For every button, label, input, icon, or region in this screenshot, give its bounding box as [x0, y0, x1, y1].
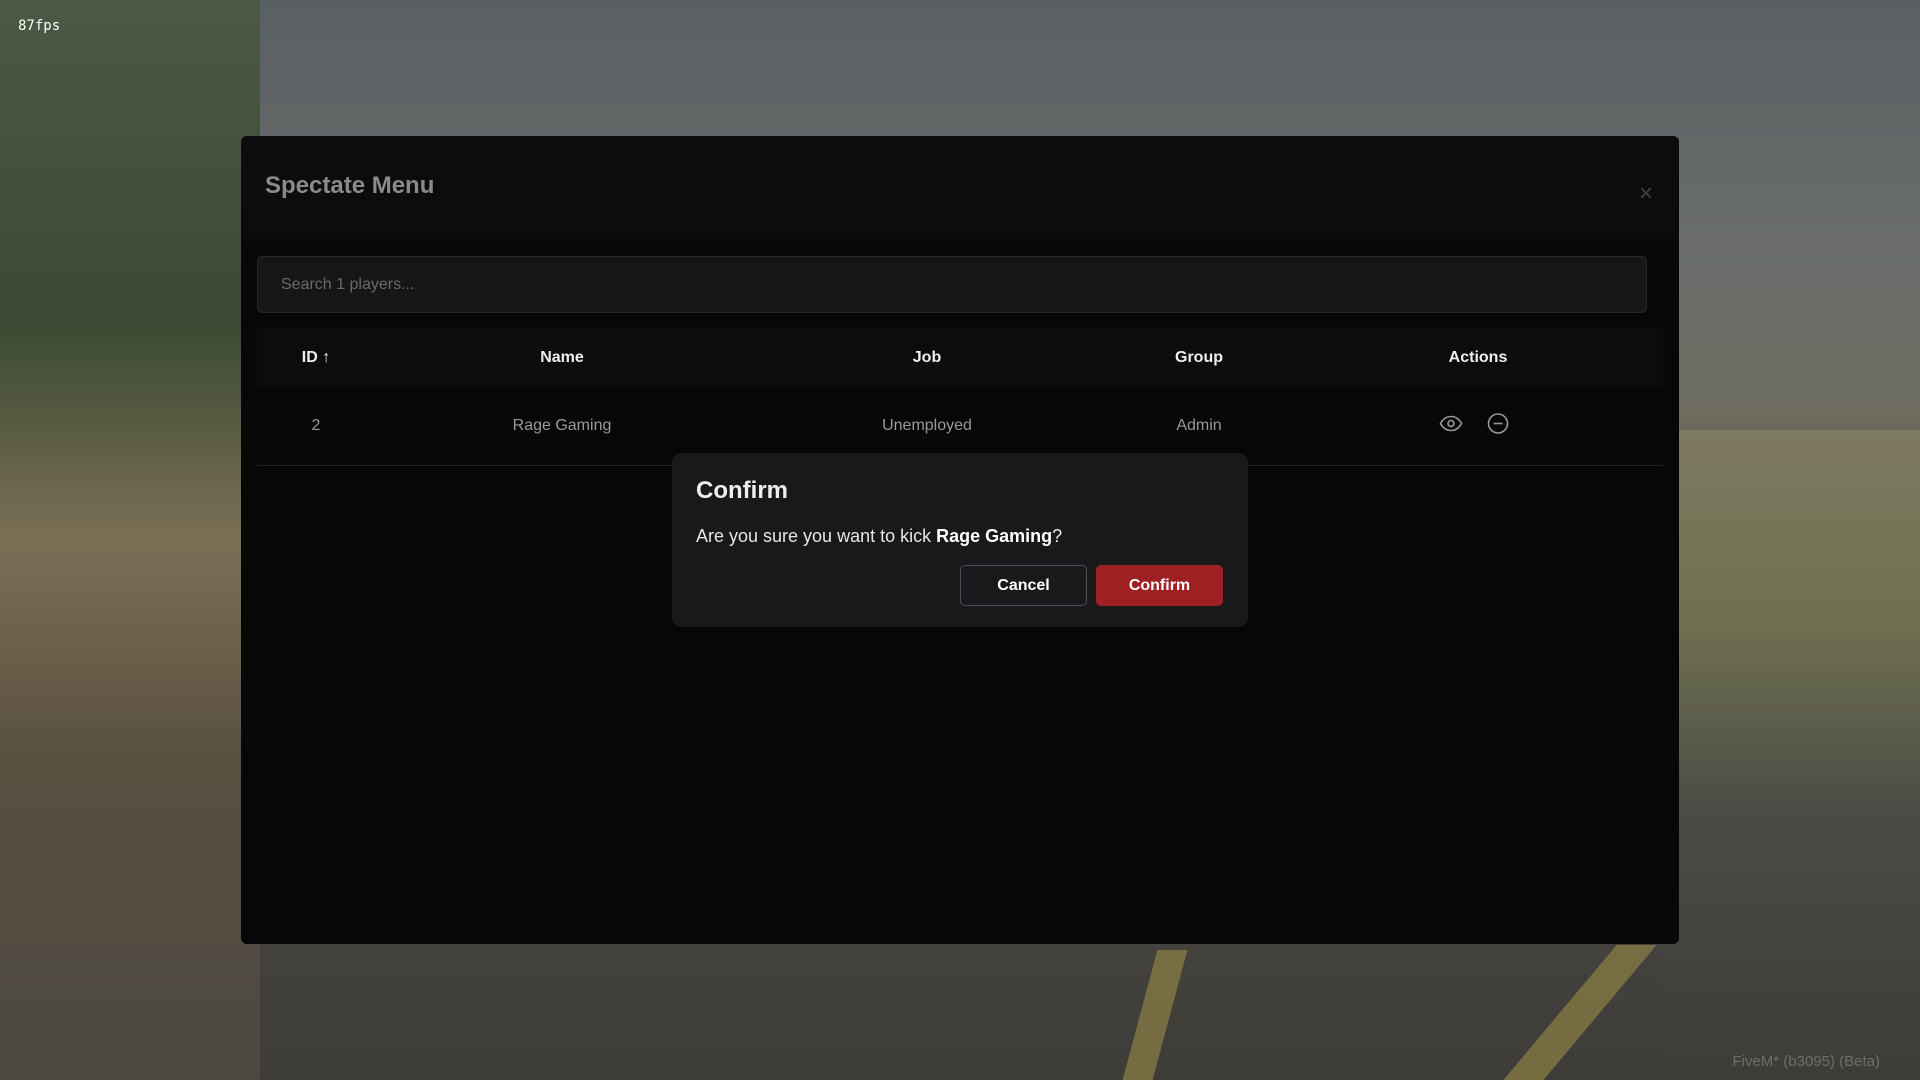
player-job: Unemployed	[882, 417, 972, 434]
minus-circle-icon[interactable]	[1487, 413, 1509, 440]
game-background-left	[0, 0, 260, 1080]
eye-icon[interactable]	[1439, 415, 1463, 437]
fps-counter: 87fps	[18, 18, 61, 34]
table-header: ID ↑ Name Job Group Actions	[257, 328, 1663, 387]
confirm-message: Are you sure you want to kick Rage Gamin…	[696, 526, 1062, 547]
close-icon[interactable]: ×	[1639, 180, 1653, 208]
column-name[interactable]: Name	[540, 349, 584, 367]
column-id[interactable]: ID ↑	[302, 349, 330, 367]
road-marking	[1122, 950, 1188, 1080]
game-background-right	[1660, 430, 1920, 1080]
confirm-dialog: Confirm Are you sure you want to kick Ra…	[672, 453, 1248, 627]
confirm-title: Confirm	[696, 477, 788, 504]
player-id: 2	[311, 417, 321, 434]
column-job[interactable]: Job	[913, 349, 941, 367]
player-group: Admin	[1176, 417, 1222, 434]
cancel-button[interactable]: Cancel	[960, 565, 1087, 606]
column-group[interactable]: Group	[1175, 349, 1223, 367]
column-actions: Actions	[1448, 348, 1508, 366]
confirm-button[interactable]: Confirm	[1096, 565, 1223, 606]
player-name: Rage Gaming	[512, 417, 612, 434]
build-watermark: FiveM* (b3095) (Beta)	[1732, 1053, 1880, 1070]
road-marking	[1503, 945, 1657, 1080]
message-prefix: Are you sure you want to kick	[696, 526, 937, 546]
modal-header: Spectate Menu ×	[241, 136, 1679, 239]
search-input[interactable]	[257, 256, 1647, 313]
kick-target-name: Rage Gaming	[936, 526, 1053, 546]
message-suffix: ?	[1052, 526, 1063, 546]
modal-title: Spectate Menu	[265, 172, 435, 199]
